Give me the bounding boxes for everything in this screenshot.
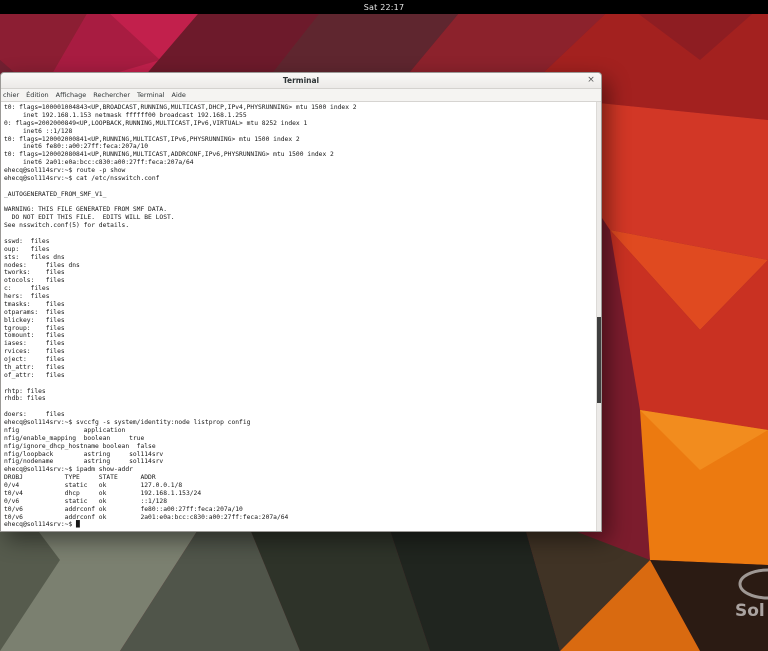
menu-terminal[interactable]: Terminal (137, 91, 164, 99)
solaris-logo-ring (738, 568, 768, 600)
scrollbar[interactable] (596, 102, 601, 531)
scrollbar-thumb[interactable] (597, 317, 601, 403)
solaris-logo: Sol (734, 568, 768, 630)
terminal-content[interactable]: t0: flags=100001004843<UP,BROADCAST,RUNN… (1, 102, 601, 531)
menu-edit[interactable]: Édition (26, 91, 49, 99)
terminal-window: Terminal × chier Édition Affichage Reche… (0, 72, 602, 532)
close-icon[interactable]: × (585, 74, 597, 86)
menu-help[interactable]: Aide (172, 91, 186, 99)
window-title: Terminal (282, 76, 320, 85)
solaris-logo-text: Sol (735, 601, 765, 621)
titlebar[interactable]: Terminal × (1, 73, 601, 89)
top-panel: Sat 22:17 (0, 0, 768, 14)
menu-file[interactable]: chier (3, 91, 19, 99)
clock[interactable]: Sat 22:17 (364, 3, 405, 12)
menu-view[interactable]: Affichage (56, 91, 87, 99)
menubar: chier Édition Affichage Rechercher Termi… (1, 89, 601, 102)
menu-search[interactable]: Rechercher (93, 91, 130, 99)
terminal-output[interactable]: t0: flags=100001004843<UP,BROADCAST,RUNN… (1, 102, 601, 529)
